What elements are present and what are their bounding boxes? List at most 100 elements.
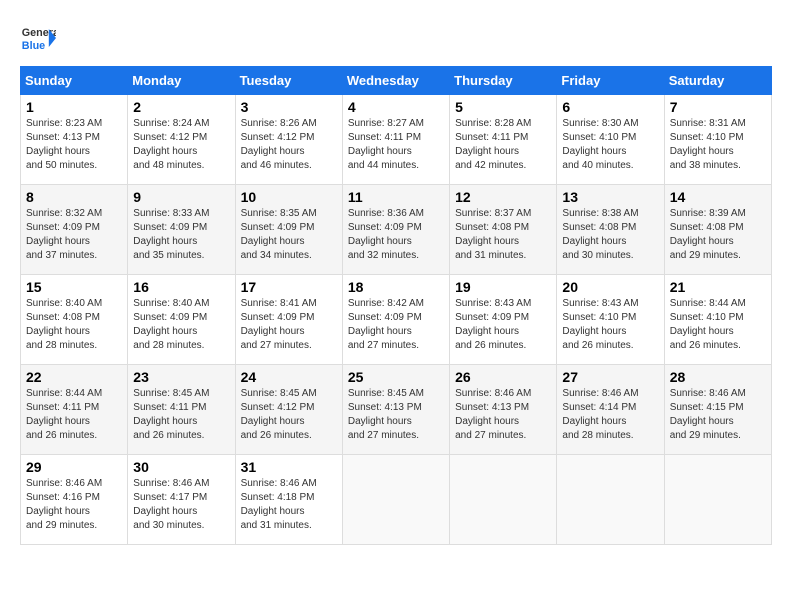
calendar-cell: 2 Sunrise: 8:24 AM Sunset: 4:12 PM Dayli…: [128, 95, 235, 185]
calendar-cell: 8 Sunrise: 8:32 AM Sunset: 4:09 PM Dayli…: [21, 185, 128, 275]
header-day: Sunday: [21, 67, 128, 95]
day-info: Sunrise: 8:27 AM Sunset: 4:11 PM Dayligh…: [348, 117, 444, 173]
day-info: Sunrise: 8:37 AM Sunset: 4:08 PM Dayligh…: [455, 207, 551, 263]
calendar-cell: 4 Sunrise: 8:27 AM Sunset: 4:11 PM Dayli…: [342, 95, 449, 185]
day-info: Sunrise: 8:28 AM Sunset: 4:11 PM Dayligh…: [455, 117, 551, 173]
day-number: 17: [241, 279, 337, 295]
day-info: Sunrise: 8:45 AM Sunset: 4:13 PM Dayligh…: [348, 387, 444, 443]
day-number: 9: [133, 189, 229, 205]
day-number: 27: [562, 369, 658, 385]
calendar-cell: 17 Sunrise: 8:41 AM Sunset: 4:09 PM Dayl…: [235, 275, 342, 365]
day-number: 12: [455, 189, 551, 205]
header-day: Thursday: [450, 67, 557, 95]
day-info: Sunrise: 8:30 AM Sunset: 4:10 PM Dayligh…: [562, 117, 658, 173]
calendar-cell: 15 Sunrise: 8:40 AM Sunset: 4:08 PM Dayl…: [21, 275, 128, 365]
calendar-cell: 14 Sunrise: 8:39 AM Sunset: 4:08 PM Dayl…: [664, 185, 771, 275]
header-day: Wednesday: [342, 67, 449, 95]
day-number: 3: [241, 99, 337, 115]
day-info: Sunrise: 8:46 AM Sunset: 4:14 PM Dayligh…: [562, 387, 658, 443]
svg-text:Blue: Blue: [22, 40, 45, 52]
header-day: Friday: [557, 67, 664, 95]
calendar-cell: 19 Sunrise: 8:43 AM Sunset: 4:09 PM Dayl…: [450, 275, 557, 365]
day-number: 31: [241, 459, 337, 475]
calendar-cell: [664, 455, 771, 545]
calendar-cell: 22 Sunrise: 8:44 AM Sunset: 4:11 PM Dayl…: [21, 365, 128, 455]
day-number: 30: [133, 459, 229, 475]
day-number: 23: [133, 369, 229, 385]
logo: General Blue: [20, 20, 60, 56]
calendar-cell: 18 Sunrise: 8:42 AM Sunset: 4:09 PM Dayl…: [342, 275, 449, 365]
day-info: Sunrise: 8:41 AM Sunset: 4:09 PM Dayligh…: [241, 297, 337, 353]
day-info: Sunrise: 8:31 AM Sunset: 4:10 PM Dayligh…: [670, 117, 766, 173]
calendar-week-row: 15 Sunrise: 8:40 AM Sunset: 4:08 PM Dayl…: [21, 275, 772, 365]
page-header: General Blue: [20, 20, 772, 56]
day-number: 15: [26, 279, 122, 295]
day-info: Sunrise: 8:46 AM Sunset: 4:17 PM Dayligh…: [133, 477, 229, 533]
calendar-cell: 5 Sunrise: 8:28 AM Sunset: 4:11 PM Dayli…: [450, 95, 557, 185]
calendar-cell: 21 Sunrise: 8:44 AM Sunset: 4:10 PM Dayl…: [664, 275, 771, 365]
calendar-cell: 24 Sunrise: 8:45 AM Sunset: 4:12 PM Dayl…: [235, 365, 342, 455]
calendar-week-row: 8 Sunrise: 8:32 AM Sunset: 4:09 PM Dayli…: [21, 185, 772, 275]
day-number: 6: [562, 99, 658, 115]
day-number: 14: [670, 189, 766, 205]
day-number: 5: [455, 99, 551, 115]
day-info: Sunrise: 8:46 AM Sunset: 4:15 PM Dayligh…: [670, 387, 766, 443]
day-number: 2: [133, 99, 229, 115]
calendar-cell: 7 Sunrise: 8:31 AM Sunset: 4:10 PM Dayli…: [664, 95, 771, 185]
day-info: Sunrise: 8:32 AM Sunset: 4:09 PM Dayligh…: [26, 207, 122, 263]
calendar-cell: 20 Sunrise: 8:43 AM Sunset: 4:10 PM Dayl…: [557, 275, 664, 365]
header-day: Tuesday: [235, 67, 342, 95]
calendar-cell: 10 Sunrise: 8:35 AM Sunset: 4:09 PM Dayl…: [235, 185, 342, 275]
day-info: Sunrise: 8:26 AM Sunset: 4:12 PM Dayligh…: [241, 117, 337, 173]
day-number: 21: [670, 279, 766, 295]
calendar-cell: 25 Sunrise: 8:45 AM Sunset: 4:13 PM Dayl…: [342, 365, 449, 455]
day-number: 7: [670, 99, 766, 115]
calendar-cell: 28 Sunrise: 8:46 AM Sunset: 4:15 PM Dayl…: [664, 365, 771, 455]
day-number: 24: [241, 369, 337, 385]
calendar-cell: 27 Sunrise: 8:46 AM Sunset: 4:14 PM Dayl…: [557, 365, 664, 455]
calendar-cell: 31 Sunrise: 8:46 AM Sunset: 4:18 PM Dayl…: [235, 455, 342, 545]
day-info: Sunrise: 8:45 AM Sunset: 4:12 PM Dayligh…: [241, 387, 337, 443]
calendar-week-row: 1 Sunrise: 8:23 AM Sunset: 4:13 PM Dayli…: [21, 95, 772, 185]
header-day: Saturday: [664, 67, 771, 95]
day-number: 1: [26, 99, 122, 115]
day-info: Sunrise: 8:46 AM Sunset: 4:13 PM Dayligh…: [455, 387, 551, 443]
calendar-cell: 9 Sunrise: 8:33 AM Sunset: 4:09 PM Dayli…: [128, 185, 235, 275]
day-number: 4: [348, 99, 444, 115]
day-info: Sunrise: 8:45 AM Sunset: 4:11 PM Dayligh…: [133, 387, 229, 443]
calendar-cell: 11 Sunrise: 8:36 AM Sunset: 4:09 PM Dayl…: [342, 185, 449, 275]
calendar-cell: [342, 455, 449, 545]
day-info: Sunrise: 8:46 AM Sunset: 4:16 PM Dayligh…: [26, 477, 122, 533]
calendar-cell: [557, 455, 664, 545]
day-number: 13: [562, 189, 658, 205]
day-number: 10: [241, 189, 337, 205]
day-number: 28: [670, 369, 766, 385]
calendar-cell: 13 Sunrise: 8:38 AM Sunset: 4:08 PM Dayl…: [557, 185, 664, 275]
day-number: 19: [455, 279, 551, 295]
day-info: Sunrise: 8:43 AM Sunset: 4:09 PM Dayligh…: [455, 297, 551, 353]
day-info: Sunrise: 8:36 AM Sunset: 4:09 PM Dayligh…: [348, 207, 444, 263]
calendar-cell: 3 Sunrise: 8:26 AM Sunset: 4:12 PM Dayli…: [235, 95, 342, 185]
calendar-cell: [450, 455, 557, 545]
day-number: 18: [348, 279, 444, 295]
calendar-cell: 12 Sunrise: 8:37 AM Sunset: 4:08 PM Dayl…: [450, 185, 557, 275]
header-day: Monday: [128, 67, 235, 95]
calendar-cell: 30 Sunrise: 8:46 AM Sunset: 4:17 PM Dayl…: [128, 455, 235, 545]
day-number: 22: [26, 369, 122, 385]
day-info: Sunrise: 8:46 AM Sunset: 4:18 PM Dayligh…: [241, 477, 337, 533]
day-info: Sunrise: 8:43 AM Sunset: 4:10 PM Dayligh…: [562, 297, 658, 353]
day-info: Sunrise: 8:40 AM Sunset: 4:09 PM Dayligh…: [133, 297, 229, 353]
calendar-cell: 29 Sunrise: 8:46 AM Sunset: 4:16 PM Dayl…: [21, 455, 128, 545]
day-info: Sunrise: 8:35 AM Sunset: 4:09 PM Dayligh…: [241, 207, 337, 263]
day-number: 26: [455, 369, 551, 385]
logo-icon: General Blue: [20, 20, 56, 56]
day-number: 16: [133, 279, 229, 295]
day-number: 8: [26, 189, 122, 205]
day-info: Sunrise: 8:44 AM Sunset: 4:10 PM Dayligh…: [670, 297, 766, 353]
day-number: 29: [26, 459, 122, 475]
calendar-cell: 16 Sunrise: 8:40 AM Sunset: 4:09 PM Dayl…: [128, 275, 235, 365]
calendar-week-row: 29 Sunrise: 8:46 AM Sunset: 4:16 PM Dayl…: [21, 455, 772, 545]
calendar-table: SundayMondayTuesdayWednesdayThursdayFrid…: [20, 66, 772, 545]
day-info: Sunrise: 8:23 AM Sunset: 4:13 PM Dayligh…: [26, 117, 122, 173]
calendar-cell: 1 Sunrise: 8:23 AM Sunset: 4:13 PM Dayli…: [21, 95, 128, 185]
